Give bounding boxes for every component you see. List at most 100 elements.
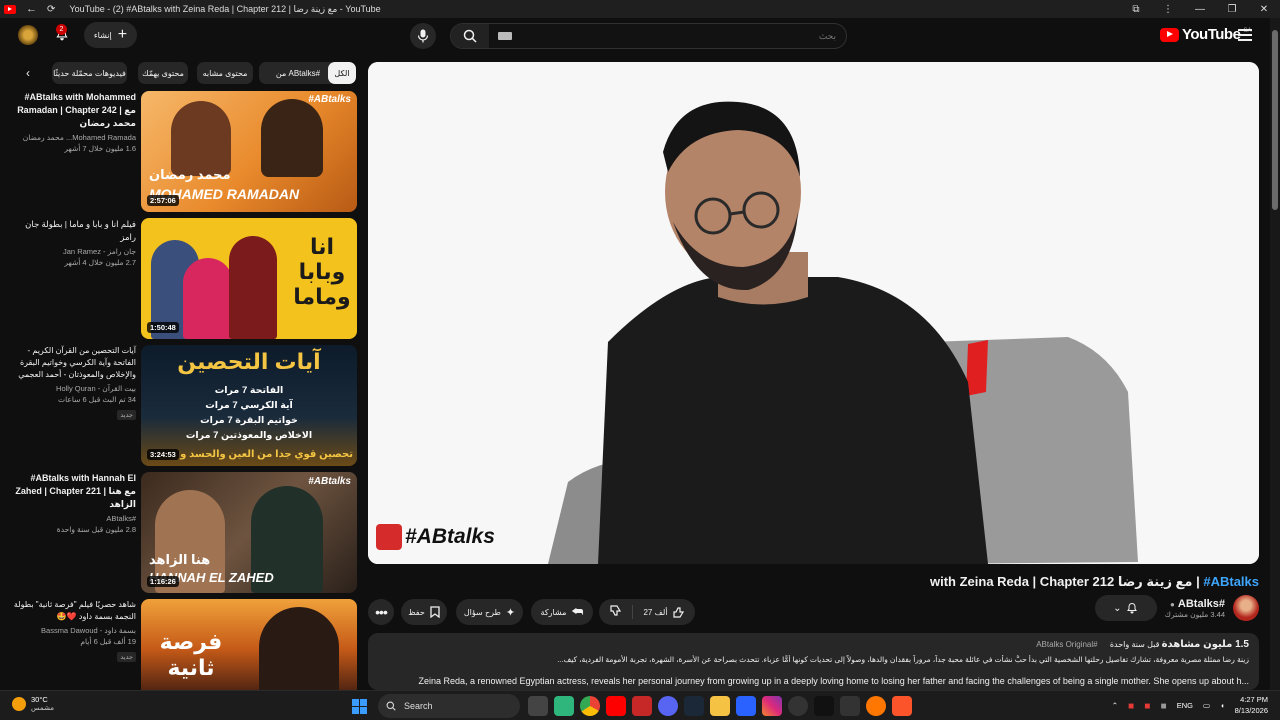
- app-icon[interactable]: [788, 696, 808, 716]
- steam-icon[interactable]: [684, 696, 704, 716]
- app-icon[interactable]: [554, 696, 574, 716]
- file-explorer-icon[interactable]: [710, 696, 730, 716]
- chip-all[interactable]: الكل: [328, 62, 356, 84]
- subscribed-button[interactable]: ⌄: [1094, 595, 1157, 621]
- like-button[interactable]: 27 ألف: [633, 606, 695, 618]
- video-title[interactable]: شاهد حصريًا فيلم "فرصة ثانية" بطولة النج…: [8, 599, 136, 623]
- task-view-icon[interactable]: [528, 696, 548, 716]
- video-title[interactable]: فيلم انا و بابا و ماما | بطولة جان رامز: [8, 218, 136, 244]
- back-arrow-icon[interactable]: ←: [26, 3, 37, 15]
- video-title[interactable]: آيات التحصين من القرآن الكريم - الفاتحة …: [8, 345, 136, 381]
- volume-icon[interactable]: ◖: [1220, 701, 1225, 710]
- channel-name[interactable]: بسمة داود - Bassma Dawoud: [8, 626, 136, 635]
- chevron-up-icon[interactable]: ⌃: [1112, 701, 1118, 710]
- channel-name[interactable]: Mohamed Ramada... محمد رمضان: [8, 133, 136, 142]
- related-video-item[interactable]: فرصة ثانية شاهد حصريًا فيلم "فرصة ثانية"…: [0, 599, 360, 699]
- share-arrow-icon: ⮪: [571, 604, 584, 619]
- ask-button[interactable]: طرح سؤال ✦: [456, 599, 523, 625]
- chip-related[interactable]: محتوى مشابه: [197, 62, 253, 84]
- more-actions-button[interactable]: •••: [368, 599, 394, 625]
- video-thumbnail[interactable]: آيات التحصين الفاتحة 7 مرات آية الكرسي 7 …: [141, 345, 357, 466]
- channel-name[interactable]: #ABtalks: [8, 514, 136, 523]
- search-icon: [463, 29, 477, 43]
- taskbar-search-label: Search: [404, 701, 433, 711]
- chip-recently-uploaded[interactable]: فيديوهات محمّلة حديثًا: [52, 62, 127, 84]
- video-meta: 34 تم البث قبل 6 ساعات: [58, 395, 136, 404]
- app-icon[interactable]: [840, 696, 860, 716]
- title-hashtag-link[interactable]: #ABtalks: [1203, 574, 1259, 589]
- chevron-down-icon: ⌄: [1113, 602, 1122, 614]
- brave-browser-icon[interactable]: [892, 696, 912, 716]
- scrollbar-thumb[interactable]: [1272, 30, 1278, 210]
- chrome-icon[interactable]: [580, 696, 600, 716]
- browser-menu-icon[interactable]: ⋮: [1152, 4, 1184, 15]
- extensions-icon[interactable]: ⧉: [1120, 4, 1152, 15]
- network-icon[interactable]: ▭: [1203, 701, 1210, 710]
- youtube-app-icon[interactable]: [606, 696, 626, 716]
- channel-name-row[interactable]: #ABtalks ●: [1165, 598, 1225, 610]
- windows-taskbar: 30°C مشمس Search ⌃ ◼ ◼ ◼ ENG ▭ ◖ 4:27 PM…: [0, 690, 1280, 720]
- related-video-item[interactable]: #ABtalks محمد رمضان MOHAMED RAMADAN 2:57…: [0, 91, 360, 212]
- instagram-icon[interactable]: [762, 696, 782, 716]
- page-scrollbar[interactable]: [1270, 18, 1280, 690]
- app-icon[interactable]: [736, 696, 756, 716]
- video-title[interactable]: #ABtalks with Mohammed Ramadan | Chapter…: [8, 91, 136, 130]
- video-thumbnail[interactable]: انا وبابا وماما 1:50:48: [141, 218, 357, 339]
- app-icon[interactable]: [632, 696, 652, 716]
- video-thumbnail[interactable]: فرصة ثانية: [141, 599, 357, 699]
- subscriber-count: 3.44 مليون مشترك: [1164, 609, 1225, 619]
- tray-app-icon[interactable]: ◼: [1128, 701, 1134, 710]
- verified-icon: ●: [1170, 599, 1175, 609]
- chip-from-abtalks[interactable]: من ABtalks#: [259, 62, 337, 84]
- related-video-item[interactable]: #ABtalks هنا الزاهد HANNAH EL ZAHED 1:16…: [0, 472, 360, 593]
- original-tag[interactable]: #ABtalks Original: [1036, 640, 1097, 649]
- share-label: مشاركة: [540, 607, 567, 617]
- maximize-button[interactable]: ❐: [1216, 4, 1248, 15]
- related-video-item[interactable]: آيات التحصين الفاتحة 7 مرات آية الكرسي 7 …: [0, 345, 360, 466]
- search-input[interactable]: [491, 24, 846, 48]
- reload-icon[interactable]: ⟳: [47, 4, 55, 15]
- video-info: #ABtalks with Mohammed Ramadan | Chapter…: [8, 91, 136, 153]
- discord-icon[interactable]: [658, 696, 678, 716]
- video-player[interactable]: #ABtalks: [368, 62, 1259, 564]
- voice-search-button[interactable]: [410, 23, 436, 49]
- tray-app-icon[interactable]: ◼: [1161, 701, 1167, 710]
- chip-for-you[interactable]: محتوى يهمّك: [138, 62, 188, 84]
- chevron-left-icon[interactable]: ‹: [21, 65, 35, 81]
- channel-avatar[interactable]: [1233, 595, 1259, 621]
- language-indicator[interactable]: ENG: [1177, 701, 1193, 710]
- account-avatar[interactable]: [18, 25, 38, 45]
- tray-app-icon[interactable]: ◼: [1144, 701, 1150, 710]
- system-tray: ⌃ ◼ ◼ ◼ ENG ▭ ◖ 4:27 PM 8/13/2026: [1112, 694, 1268, 716]
- thumbs-down-icon: [609, 605, 621, 616]
- windows-start-icon[interactable]: [352, 699, 367, 714]
- channel-name[interactable]: جان رامز - Jan Ramez: [8, 247, 136, 256]
- plus-icon: +: [117, 26, 128, 43]
- search-button[interactable]: [451, 24, 489, 48]
- masthead: 2 إنشاء + YouTube SA: [0, 18, 1270, 54]
- close-button[interactable]: ✕: [1248, 4, 1280, 15]
- taskbar-search[interactable]: Search: [378, 694, 520, 718]
- video-thumbnail[interactable]: #ABtalks محمد رمضان MOHAMED RAMADAN 2:57…: [141, 91, 357, 212]
- video-thumbnail[interactable]: #ABtalks هنا الزاهد HANNAH EL ZAHED 1:16…: [141, 472, 357, 593]
- watermark-text: #ABtalks: [405, 525, 495, 548]
- duration-badge: 1:16:26: [147, 576, 179, 587]
- weather-widget[interactable]: 30°C مشمس: [12, 695, 54, 712]
- menu-icon[interactable]: [1238, 29, 1252, 41]
- thumbnail-caption-ar: فرصة ثانية: [159, 629, 223, 680]
- soundcloud-icon[interactable]: [866, 696, 886, 716]
- create-button[interactable]: إنشاء +: [84, 22, 137, 48]
- minimize-button[interactable]: —: [1184, 4, 1216, 15]
- related-video-item[interactable]: انا وبابا وماما 1:50:48 فيلم انا و بابا …: [0, 218, 360, 339]
- dislike-button[interactable]: [599, 605, 633, 619]
- thumbnail-tag: #ABtalks: [308, 476, 351, 487]
- share-button[interactable]: مشاركة ⮪: [531, 599, 593, 625]
- clock[interactable]: 4:27 PM 8/13/2026: [1235, 694, 1268, 716]
- sun-icon: [12, 696, 26, 711]
- video-description[interactable]: 1.5 مليون مشاهدة قبل سنة واحدة #ABtalks …: [368, 633, 1259, 690]
- channel-name[interactable]: بيت القرآن - Holly Quran: [8, 384, 136, 393]
- save-button[interactable]: حفظ: [401, 599, 447, 625]
- notification-count-badge: 2: [56, 24, 67, 35]
- tiktok-icon[interactable]: [814, 696, 834, 716]
- video-title[interactable]: #ABtalks with Hannah El Zahed | Chapter …: [8, 472, 136, 511]
